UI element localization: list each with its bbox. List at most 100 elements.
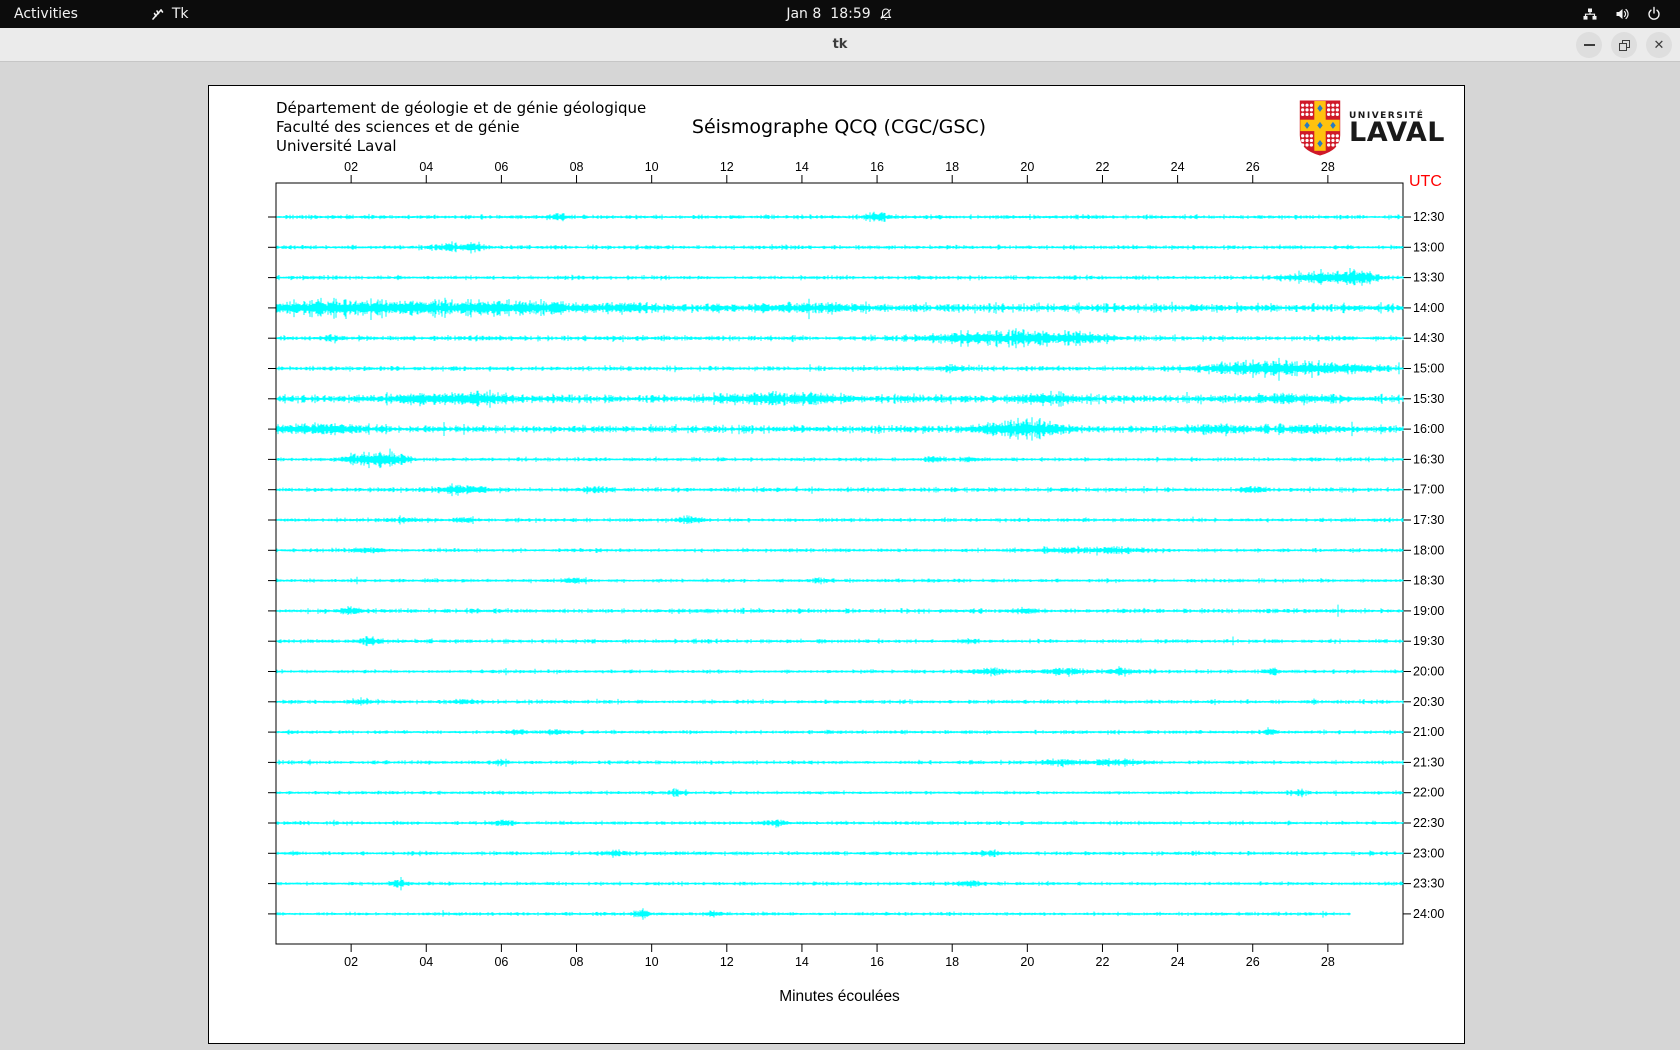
row-time-label: 20:30 [1413, 695, 1444, 709]
x-tick-label-bottom: 18 [945, 955, 959, 969]
trace-row [276, 727, 1404, 736]
trace-row [276, 328, 1404, 349]
row-time-label: 22:30 [1413, 816, 1444, 830]
helicorder-plot: 02 02 04 04 06 06 08 08 10 10 12 12 14 14 16 16 18 18 20 20… [268, 160, 1444, 1005]
x-tick-label-top: 22 [1096, 160, 1110, 174]
x-tick-label-top: 08 [570, 160, 584, 174]
utc-label: UTC [1409, 173, 1442, 190]
clock-menu[interactable]: Jan 8 18:59 [786, 0, 893, 28]
trace-row [276, 545, 1404, 556]
x-tick-label-top: 28 [1321, 160, 1335, 174]
row-time-label: 12:30 [1413, 210, 1444, 224]
app-menu-label: Tk [171, 6, 189, 22]
trace-row [276, 448, 1404, 469]
row-time-label: 15:30 [1413, 392, 1444, 406]
tk-app-icon [150, 7, 165, 22]
row-time-label: 14:30 [1413, 331, 1444, 345]
trace-row [276, 758, 1404, 768]
trace-row [276, 666, 1404, 677]
notifications-muted-icon [879, 7, 894, 22]
x-tick-label-bottom: 14 [795, 955, 809, 969]
row-time-label: 21:00 [1413, 725, 1444, 739]
minimize-button[interactable] [1576, 32, 1602, 58]
trace-row [276, 636, 1404, 647]
trace-row [276, 877, 1404, 891]
x-tick-label-bottom: 22 [1096, 955, 1110, 969]
volume-icon [1614, 6, 1630, 22]
minimize-icon [1583, 44, 1595, 46]
x-tick-label-bottom: 20 [1020, 955, 1034, 969]
row-time-label: 15:00 [1413, 362, 1444, 376]
x-tick-label-top: 02 [344, 160, 358, 174]
x-tick-label-bottom: 24 [1171, 955, 1185, 969]
trace-row [276, 268, 1404, 286]
x-axis-title: Minutes écoulées [779, 988, 900, 1005]
row-time-label: 16:30 [1413, 452, 1444, 466]
close-button[interactable]: ✕ [1646, 32, 1672, 58]
row-time-label: 18:00 [1413, 543, 1444, 557]
row-time-label: 18:30 [1413, 574, 1444, 588]
activities-button[interactable]: Activities [0, 0, 92, 28]
row-time-label: 20:00 [1413, 665, 1444, 679]
x-tick-label-bottom: 12 [720, 955, 734, 969]
row-time-label: 24:00 [1413, 907, 1444, 921]
power-icon [1646, 6, 1662, 22]
row-time-label: 19:30 [1413, 634, 1444, 648]
x-tick-label-top: 06 [494, 160, 508, 174]
trace-row [276, 697, 1404, 706]
plot-border [275, 182, 1404, 945]
trace-row [276, 483, 1404, 497]
x-tick-label-top: 10 [645, 160, 659, 174]
window-titlebar[interactable]: tk ✕ [0, 28, 1680, 62]
trace-row [276, 604, 1404, 617]
row-time-label: 13:30 [1413, 271, 1444, 285]
seismograph-canvas: Département de géologie et de génie géol… [208, 85, 1465, 1044]
x-tick-label-bottom: 04 [419, 955, 433, 969]
trace-row [276, 297, 1404, 320]
trace-row [276, 819, 1404, 828]
x-tick-label-bottom: 10 [645, 955, 659, 969]
x-tick-label-top: 14 [795, 160, 809, 174]
trace-row [276, 211, 1404, 222]
row-time-label: 23:30 [1413, 877, 1444, 891]
trace-row [276, 788, 1404, 798]
system-status-area[interactable] [1582, 0, 1680, 28]
x-tick-label-top: 26 [1246, 160, 1260, 174]
trace-row [276, 576, 1404, 585]
row-time-label: 22:00 [1413, 786, 1444, 800]
trace-row [276, 417, 1404, 441]
clock-time: 18:59 [830, 6, 871, 22]
x-tick-label-top: 04 [419, 160, 433, 174]
trace-row [276, 908, 1351, 920]
x-tick-label-bottom: 26 [1246, 955, 1260, 969]
trace-row [276, 389, 1404, 408]
row-time-label: 21:30 [1413, 755, 1444, 769]
window-title: tk [832, 37, 848, 52]
row-time-label: 17:30 [1413, 513, 1444, 527]
row-time-label: 19:00 [1413, 604, 1444, 618]
x-tick-label-top: 16 [870, 160, 884, 174]
activities-label: Activities [14, 6, 78, 22]
x-tick-label-top: 18 [945, 160, 959, 174]
x-tick-label-top: 20 [1020, 160, 1034, 174]
restore-icon [1618, 39, 1630, 51]
maximize-button[interactable] [1611, 32, 1637, 58]
trace-row [276, 849, 1404, 858]
wired-network-icon [1582, 6, 1598, 22]
x-tick-label-bottom: 02 [344, 955, 358, 969]
clock-date: Jan 8 [786, 6, 822, 22]
x-tick-label-bottom: 28 [1321, 955, 1335, 969]
x-tick-label-bottom: 08 [570, 955, 584, 969]
x-tick-label-top: 24 [1171, 160, 1185, 174]
trace-row [276, 241, 1404, 254]
gnome-top-bar: Activities Tk Jan 8 18:59 [0, 0, 1680, 28]
x-tick-label-top: 12 [720, 160, 734, 174]
trace-row [276, 515, 1404, 525]
focused-app-menu[interactable]: Tk [150, 6, 189, 22]
tk-window-background: Département de géologie et de génie géol… [0, 62, 1680, 1050]
row-time-label: 16:00 [1413, 422, 1444, 436]
row-time-label: 13:00 [1413, 240, 1444, 254]
trace-row [276, 357, 1404, 381]
x-tick-label-bottom: 06 [494, 955, 508, 969]
row-time-label: 17:00 [1413, 483, 1444, 497]
